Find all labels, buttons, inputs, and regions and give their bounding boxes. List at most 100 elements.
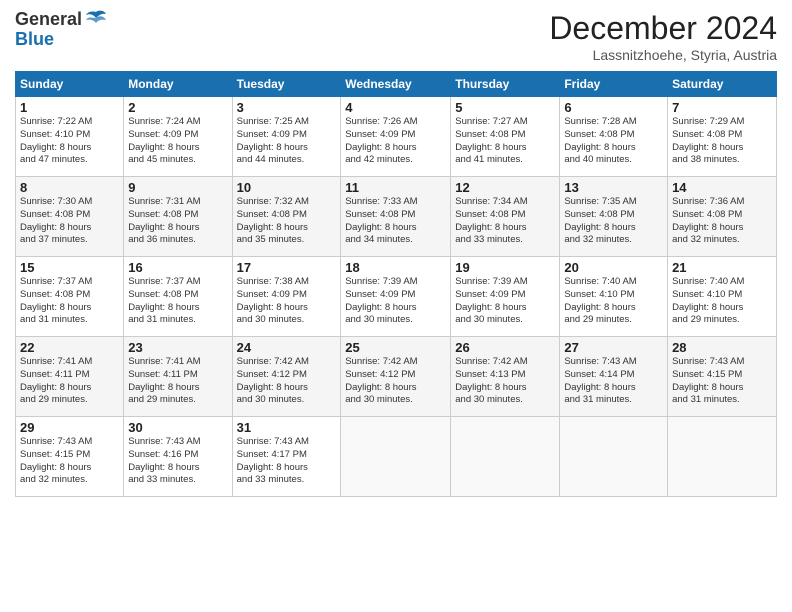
page: General Blue December 2024 Lassnitzhoehe… (0, 0, 792, 612)
calendar-cell: 23Sunrise: 7:41 AMSunset: 4:11 PMDayligh… (124, 337, 232, 417)
month-title: December 2024 (549, 10, 777, 47)
logo: General Blue (15, 10, 108, 50)
day-info: Sunrise: 7:43 AMSunset: 4:15 PMDaylight:… (20, 436, 119, 487)
day-number: 17 (237, 260, 337, 275)
day-number: 29 (20, 420, 119, 435)
day-info: Sunrise: 7:28 AMSunset: 4:08 PMDaylight:… (564, 116, 663, 167)
day-number: 20 (564, 260, 663, 275)
day-info: Sunrise: 7:38 AMSunset: 4:09 PMDaylight:… (237, 276, 337, 327)
calendar-cell: 6Sunrise: 7:28 AMSunset: 4:08 PMDaylight… (560, 97, 668, 177)
calendar-cell (451, 417, 560, 497)
day-number: 7 (672, 100, 772, 115)
location: Lassnitzhoehe, Styria, Austria (549, 47, 777, 63)
header: General Blue December 2024 Lassnitzhoehe… (15, 10, 777, 63)
day-number: 3 (237, 100, 337, 115)
day-number: 31 (237, 420, 337, 435)
calendar-day-header: Wednesday (341, 72, 451, 97)
day-number: 22 (20, 340, 119, 355)
day-number: 23 (128, 340, 227, 355)
day-info: Sunrise: 7:43 AMSunset: 4:16 PMDaylight:… (128, 436, 227, 487)
calendar-cell: 27Sunrise: 7:43 AMSunset: 4:14 PMDayligh… (560, 337, 668, 417)
day-number: 11 (345, 180, 446, 195)
calendar-cell: 25Sunrise: 7:42 AMSunset: 4:12 PMDayligh… (341, 337, 451, 417)
day-number: 16 (128, 260, 227, 275)
calendar-day-header: Monday (124, 72, 232, 97)
calendar-day-header: Friday (560, 72, 668, 97)
calendar-cell: 4Sunrise: 7:26 AMSunset: 4:09 PMDaylight… (341, 97, 451, 177)
calendar-cell: 17Sunrise: 7:38 AMSunset: 4:09 PMDayligh… (232, 257, 341, 337)
calendar-day-header: Sunday (16, 72, 124, 97)
day-number: 27 (564, 340, 663, 355)
day-info: Sunrise: 7:39 AMSunset: 4:09 PMDaylight:… (345, 276, 446, 327)
day-info: Sunrise: 7:36 AMSunset: 4:08 PMDaylight:… (672, 196, 772, 247)
calendar-cell: 11Sunrise: 7:33 AMSunset: 4:08 PMDayligh… (341, 177, 451, 257)
day-info: Sunrise: 7:29 AMSunset: 4:08 PMDaylight:… (672, 116, 772, 167)
day-info: Sunrise: 7:43 AMSunset: 4:15 PMDaylight:… (672, 356, 772, 407)
day-info: Sunrise: 7:34 AMSunset: 4:08 PMDaylight:… (455, 196, 555, 247)
day-info: Sunrise: 7:30 AMSunset: 4:08 PMDaylight:… (20, 196, 119, 247)
day-info: Sunrise: 7:39 AMSunset: 4:09 PMDaylight:… (455, 276, 555, 327)
calendar-cell (560, 417, 668, 497)
day-info: Sunrise: 7:42 AMSunset: 4:12 PMDaylight:… (237, 356, 337, 407)
day-info: Sunrise: 7:35 AMSunset: 4:08 PMDaylight:… (564, 196, 663, 247)
calendar-cell: 18Sunrise: 7:39 AMSunset: 4:09 PMDayligh… (341, 257, 451, 337)
calendar-header-row: SundayMondayTuesdayWednesdayThursdayFrid… (16, 72, 777, 97)
calendar-cell: 1Sunrise: 7:22 AMSunset: 4:10 PMDaylight… (16, 97, 124, 177)
day-number: 9 (128, 180, 227, 195)
day-info: Sunrise: 7:41 AMSunset: 4:11 PMDaylight:… (128, 356, 227, 407)
calendar-cell (341, 417, 451, 497)
day-info: Sunrise: 7:27 AMSunset: 4:08 PMDaylight:… (455, 116, 555, 167)
day-info: Sunrise: 7:37 AMSunset: 4:08 PMDaylight:… (20, 276, 119, 327)
calendar-cell: 9Sunrise: 7:31 AMSunset: 4:08 PMDaylight… (124, 177, 232, 257)
day-info: Sunrise: 7:22 AMSunset: 4:10 PMDaylight:… (20, 116, 119, 167)
calendar-cell: 22Sunrise: 7:41 AMSunset: 4:11 PMDayligh… (16, 337, 124, 417)
logo-blue-text: Blue (15, 30, 108, 50)
calendar-cell: 10Sunrise: 7:32 AMSunset: 4:08 PMDayligh… (232, 177, 341, 257)
day-info: Sunrise: 7:24 AMSunset: 4:09 PMDaylight:… (128, 116, 227, 167)
calendar-cell: 19Sunrise: 7:39 AMSunset: 4:09 PMDayligh… (451, 257, 560, 337)
calendar-week-row: 1Sunrise: 7:22 AMSunset: 4:10 PMDaylight… (16, 97, 777, 177)
calendar-cell: 31Sunrise: 7:43 AMSunset: 4:17 PMDayligh… (232, 417, 341, 497)
day-number: 24 (237, 340, 337, 355)
calendar-day-header: Saturday (668, 72, 777, 97)
calendar-cell: 21Sunrise: 7:40 AMSunset: 4:10 PMDayligh… (668, 257, 777, 337)
day-info: Sunrise: 7:25 AMSunset: 4:09 PMDaylight:… (237, 116, 337, 167)
calendar-cell: 14Sunrise: 7:36 AMSunset: 4:08 PMDayligh… (668, 177, 777, 257)
calendar-table: SundayMondayTuesdayWednesdayThursdayFrid… (15, 71, 777, 497)
day-info: Sunrise: 7:31 AMSunset: 4:08 PMDaylight:… (128, 196, 227, 247)
day-info: Sunrise: 7:43 AMSunset: 4:14 PMDaylight:… (564, 356, 663, 407)
day-info: Sunrise: 7:37 AMSunset: 4:08 PMDaylight:… (128, 276, 227, 327)
day-number: 25 (345, 340, 446, 355)
day-info: Sunrise: 7:40 AMSunset: 4:10 PMDaylight:… (564, 276, 663, 327)
calendar-week-row: 22Sunrise: 7:41 AMSunset: 4:11 PMDayligh… (16, 337, 777, 417)
calendar-week-row: 29Sunrise: 7:43 AMSunset: 4:15 PMDayligh… (16, 417, 777, 497)
day-info: Sunrise: 7:40 AMSunset: 4:10 PMDaylight:… (672, 276, 772, 327)
calendar-day-header: Tuesday (232, 72, 341, 97)
logo-bird-icon (84, 10, 108, 30)
calendar-cell (668, 417, 777, 497)
day-info: Sunrise: 7:32 AMSunset: 4:08 PMDaylight:… (237, 196, 337, 247)
day-info: Sunrise: 7:26 AMSunset: 4:09 PMDaylight:… (345, 116, 446, 167)
calendar-cell: 13Sunrise: 7:35 AMSunset: 4:08 PMDayligh… (560, 177, 668, 257)
calendar-day-header: Thursday (451, 72, 560, 97)
day-info: Sunrise: 7:42 AMSunset: 4:13 PMDaylight:… (455, 356, 555, 407)
day-number: 28 (672, 340, 772, 355)
calendar-cell: 30Sunrise: 7:43 AMSunset: 4:16 PMDayligh… (124, 417, 232, 497)
calendar-week-row: 8Sunrise: 7:30 AMSunset: 4:08 PMDaylight… (16, 177, 777, 257)
day-number: 2 (128, 100, 227, 115)
day-number: 1 (20, 100, 119, 115)
calendar-cell: 15Sunrise: 7:37 AMSunset: 4:08 PMDayligh… (16, 257, 124, 337)
day-info: Sunrise: 7:42 AMSunset: 4:12 PMDaylight:… (345, 356, 446, 407)
day-info: Sunrise: 7:41 AMSunset: 4:11 PMDaylight:… (20, 356, 119, 407)
logo-general-text: General (15, 10, 82, 30)
day-number: 14 (672, 180, 772, 195)
calendar-cell: 20Sunrise: 7:40 AMSunset: 4:10 PMDayligh… (560, 257, 668, 337)
day-number: 21 (672, 260, 772, 275)
day-number: 30 (128, 420, 227, 435)
day-number: 15 (20, 260, 119, 275)
day-number: 26 (455, 340, 555, 355)
calendar-cell: 2Sunrise: 7:24 AMSunset: 4:09 PMDaylight… (124, 97, 232, 177)
day-number: 12 (455, 180, 555, 195)
calendar-cell: 28Sunrise: 7:43 AMSunset: 4:15 PMDayligh… (668, 337, 777, 417)
day-number: 8 (20, 180, 119, 195)
